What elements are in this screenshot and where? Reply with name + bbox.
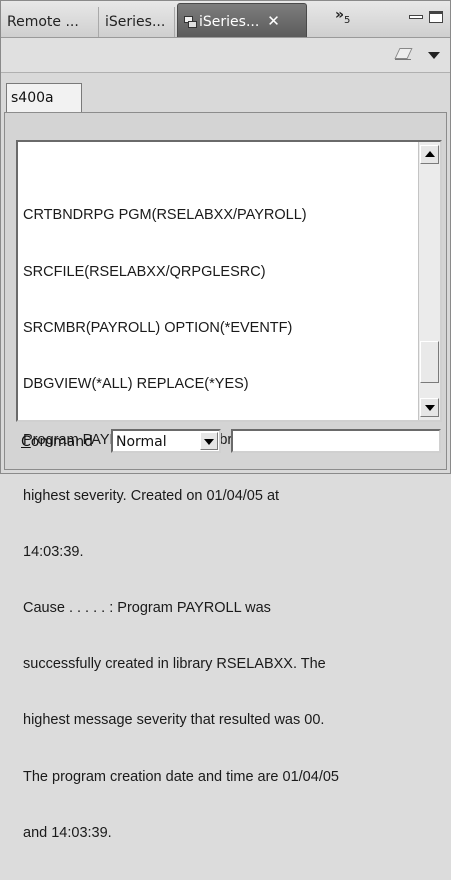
output-line: The program creation date and time are 0…	[23, 768, 339, 785]
output-line: SRCMBR(PAYROLL) OPTION(*EVENTF)	[23, 319, 293, 336]
tab-s400a-label: s400a	[11, 90, 54, 106]
eraser-icon[interactable]	[395, 48, 411, 60]
output-line: highest message severity that resulted w…	[23, 712, 325, 729]
iseries-table-icon	[184, 15, 197, 28]
view-tab-bar: Remote ... iSeries... iSeries... ✕ »5	[1, 1, 450, 38]
command-label-accelerator: C	[21, 434, 31, 450]
view-toolbar	[1, 38, 450, 73]
arrow-up-icon	[425, 151, 435, 157]
command-mode-value: Normal	[116, 434, 167, 450]
command-output-area[interactable]: CRTBNDRPG PGM(RSELABXX/PAYROLL) SRCFILE(…	[16, 140, 442, 841]
tab-iseries-1-label: iSeries...	[105, 14, 166, 30]
scroll-up-button[interactable]	[420, 145, 439, 164]
overflow-chevron-icon: »	[335, 7, 345, 23]
vertical-scrollbar[interactable]	[418, 142, 440, 420]
tab-s400a[interactable]: s400a	[6, 83, 82, 113]
command-label-text: ommand	[30, 434, 93, 450]
tab-iseries-active[interactable]: iSeries... ✕	[177, 3, 307, 37]
output-text: CRTBNDRPG PGM(RSELABXX/PAYROLL) SRCFILE(…	[23, 169, 416, 880]
scroll-down-button[interactable]	[420, 398, 439, 417]
tab-iseries-active-label: iSeries...	[199, 14, 260, 30]
scroll-thumb[interactable]	[420, 341, 439, 383]
close-tab-icon[interactable]: ✕	[267, 12, 280, 30]
tab-remote[interactable]: Remote ...	[1, 7, 99, 37]
view-menu-icon[interactable]	[428, 52, 440, 59]
output-line: Cause . . . . . : Program PAYROLL was	[23, 600, 271, 617]
minimize-icon[interactable]	[409, 11, 423, 21]
output-line: highest severity. Created on 01/04/05 at	[23, 487, 280, 504]
view-frame: Remote ... iSeries... iSeries... ✕ »5 s40…	[0, 0, 451, 841]
output-line: 14:03:39.	[23, 544, 84, 561]
overflow-count: 5	[344, 14, 351, 26]
arrow-down-icon	[425, 405, 435, 411]
maximize-icon[interactable]	[429, 11, 443, 23]
tab-overflow-button[interactable]: »5	[335, 7, 350, 26]
tab-iseries-1[interactable]: iSeries...	[99, 7, 175, 37]
output-line: and 14:03:39.	[23, 824, 112, 841]
tab-remote-label: Remote ...	[7, 14, 79, 30]
command-input[interactable]	[231, 429, 441, 453]
dropdown-button[interactable]	[200, 432, 218, 450]
chevron-down-icon	[204, 439, 214, 445]
output-line: successfully created in library RSELABXX…	[23, 656, 326, 673]
output-line: SRCFILE(RSELABXX/QRPGLESRC)	[23, 263, 266, 280]
output-line: CRTBNDRPG PGM(RSELABXX/PAYROLL)	[23, 207, 307, 224]
command-label: Command	[21, 433, 93, 451]
output-line: DBGVIEW(*ALL) REPLACE(*YES)	[23, 375, 249, 392]
command-mode-select[interactable]: Normal	[111, 429, 221, 453]
